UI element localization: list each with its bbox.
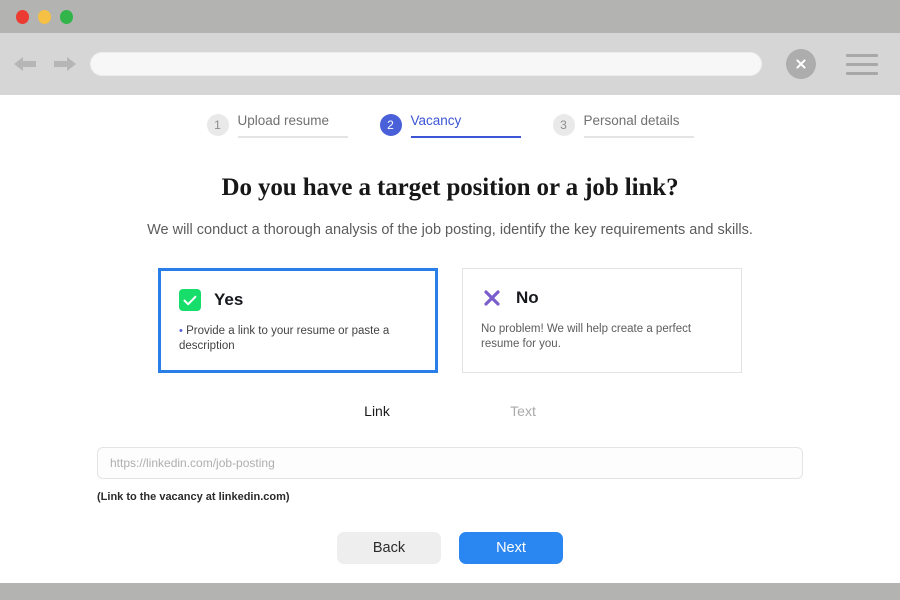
option-card-no[interactable]: No No problem! We will help create a per…: [462, 268, 742, 373]
tab-label: Text: [510, 403, 536, 419]
form-actions: Back Next: [0, 532, 900, 564]
navigation-arrows: [12, 55, 78, 73]
x-mark-icon[interactable]: [481, 287, 503, 309]
hamburger-menu-icon[interactable]: [846, 53, 878, 75]
job-link-input[interactable]: [97, 447, 803, 479]
option-card-header: Yes: [179, 289, 417, 311]
page-subtitle: We will conduct a thorough analysis of t…: [147, 222, 753, 238]
option-description: No problem! We will help create a perfec…: [481, 322, 723, 352]
back-button[interactable]: Back: [337, 532, 441, 564]
step-label-wrap: Personal details: [583, 113, 694, 138]
step-number-badge: 1: [206, 114, 229, 136]
checkbox-checked-icon[interactable]: [179, 289, 201, 311]
option-card-yes[interactable]: Yes • Provide a link to your resume or p…: [158, 268, 438, 373]
window-zoom-dot[interactable]: [60, 9, 73, 24]
option-cards: Yes • Provide a link to your resume or p…: [0, 268, 900, 373]
step-underline: [237, 136, 348, 138]
link-input-group: (Link to the vacancy at linkedin.com): [97, 447, 803, 503]
tab-label: Link: [364, 403, 390, 419]
window-minimize-dot[interactable]: [38, 9, 51, 24]
option-card-header: No: [481, 287, 723, 309]
next-button[interactable]: Next: [459, 532, 563, 564]
option-description-text: Provide a link to your resume or paste a…: [179, 325, 390, 352]
hamburger-line: [846, 53, 878, 57]
step-underline: [410, 136, 521, 138]
step-item-upload-resume[interactable]: 1 Upload resume: [206, 113, 348, 138]
step-item-vacancy[interactable]: 2 Vacancy: [379, 113, 521, 138]
bullet-marker: •: [179, 325, 183, 337]
hamburger-line: [846, 62, 878, 66]
step-number-badge: 2: [379, 114, 402, 136]
option-label: Yes: [214, 290, 244, 309]
step-label: Upload resume: [237, 113, 330, 128]
window-bottom-bar: [0, 583, 900, 600]
browser-toolbar: [0, 33, 900, 95]
step-number-badge: 3: [552, 114, 575, 136]
step-label: Personal details: [583, 113, 680, 128]
url-input[interactable]: [90, 52, 762, 76]
step-label-wrap: Vacancy: [410, 113, 521, 138]
traffic-light-group: [16, 9, 73, 24]
page-content: 1 Upload resume 2 Vacancy 3 Personal det…: [0, 95, 900, 583]
progress-stepper: 1 Upload resume 2 Vacancy 3 Personal det…: [0, 95, 900, 138]
arrow-right-icon[interactable]: [50, 55, 78, 73]
option-label: No: [516, 288, 539, 307]
option-description-text: No problem! We will help create a perfec…: [481, 323, 692, 350]
close-x-icon[interactable]: [786, 49, 816, 79]
input-helper-text: (Link to the vacancy at linkedin.com): [97, 491, 290, 503]
step-label: Vacancy: [410, 113, 462, 128]
step-item-personal-details[interactable]: 3 Personal details: [552, 113, 694, 138]
window-titlebar: [0, 0, 900, 33]
arrow-left-icon[interactable]: [12, 55, 40, 73]
tab-link[interactable]: Link: [327, 403, 427, 427]
tab-text[interactable]: Text: [473, 403, 573, 427]
hamburger-line: [846, 71, 878, 75]
page-title: Do you have a target position or a job l…: [221, 174, 679, 201]
step-underline: [583, 136, 694, 138]
window-close-dot[interactable]: [16, 9, 29, 24]
option-description: • Provide a link to your resume or paste…: [179, 324, 417, 354]
input-mode-tabs: Link Text: [0, 403, 900, 427]
step-label-wrap: Upload resume: [237, 113, 348, 138]
